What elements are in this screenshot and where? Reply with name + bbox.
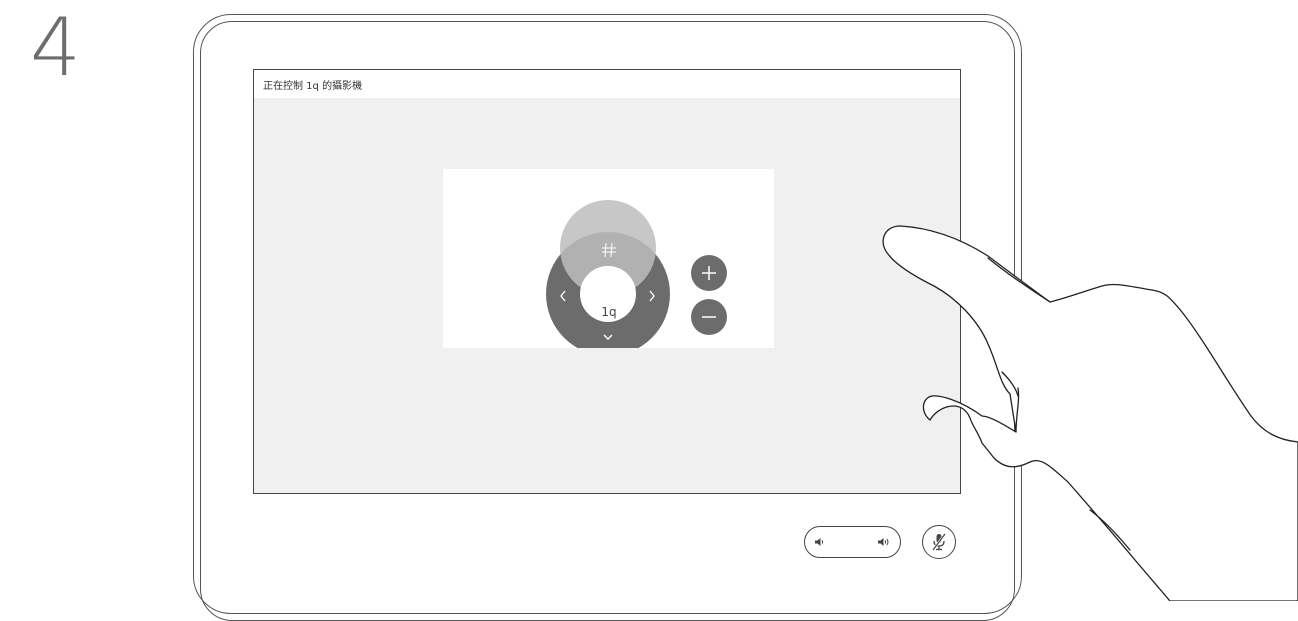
volume-down-icon[interactable] [814,536,826,548]
touch-screen: 正在控制 1q 的攝影機 1q [253,69,961,494]
camera-control-graphic [546,200,727,348]
screen-header: 正在控制 1q 的攝影機 [254,70,960,98]
screen-title: 正在控制 1q 的攝影機 [263,81,363,92]
camera-label: 1q [601,305,617,319]
camera-control-panel: 1q [443,169,774,348]
pointing-hand-illustration [882,225,1298,601]
step-number: 4 [30,1,81,94]
